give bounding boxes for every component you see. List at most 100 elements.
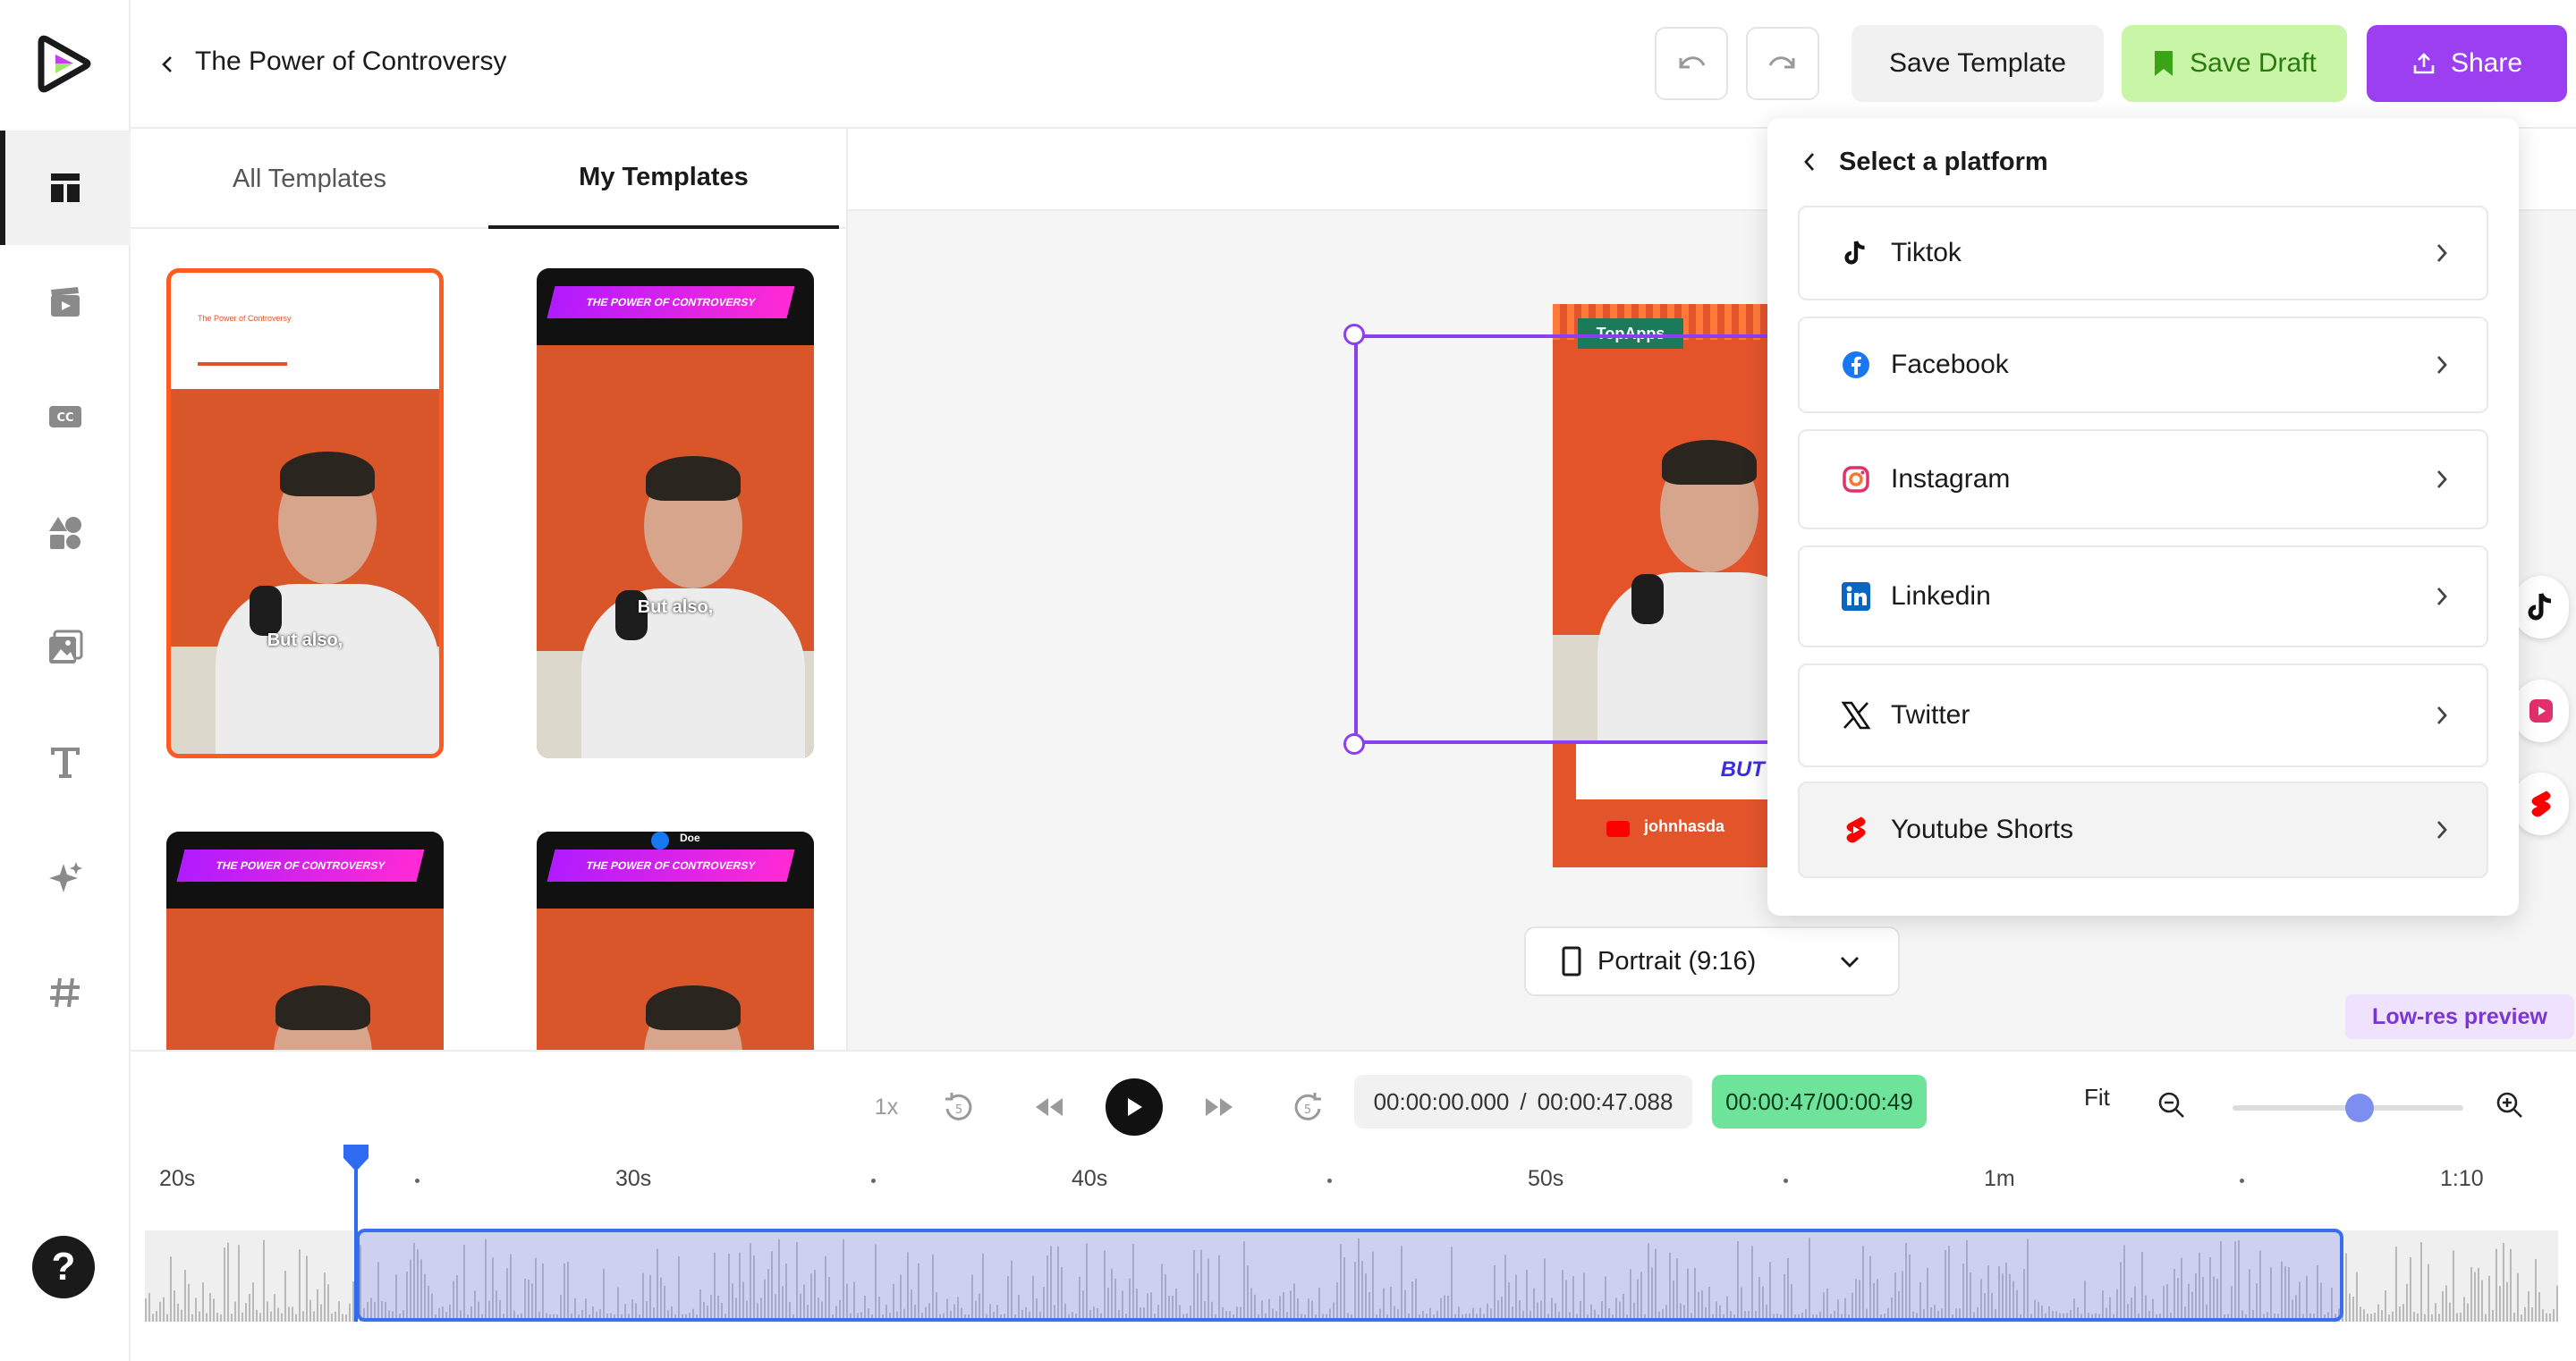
platform-item-twitter[interactable]: Twitter	[1798, 664, 2488, 767]
project-title[interactable]: The Power of Controversy	[195, 46, 506, 77]
waveform-bar	[2553, 1309, 2555, 1322]
template-card[interactable]: THE POWER OF CONTROVERSY But also,	[537, 268, 814, 758]
waveform-bar	[202, 1282, 204, 1322]
skip-forward-button[interactable]	[1197, 1084, 1243, 1130]
platform-item-tiktok[interactable]: Tiktok	[1798, 206, 2488, 300]
tiktok-bubble[interactable]	[2513, 576, 2569, 638]
zoom-out-icon	[2158, 1092, 2184, 1118]
sidebar-item-text[interactable]	[0, 705, 131, 819]
template-card[interactable]: THE POWER OF CONTROVERSY	[166, 832, 444, 1050]
playhead-handle[interactable]	[343, 1145, 369, 1171]
current-time: 00:00:00.000	[1373, 1087, 1510, 1115]
left-sidebar: CC ?	[0, 0, 131, 1361]
save-draft-button[interactable]: Save Draft	[2122, 25, 2347, 102]
skip-back-button[interactable]	[1025, 1084, 1072, 1130]
bookmark-icon	[2155, 51, 2174, 76]
waveform-bar	[277, 1307, 279, 1322]
instagram-reels-bubble[interactable]	[2513, 680, 2569, 742]
sidebar-item-templates[interactable]	[0, 131, 131, 245]
save-template-button[interactable]: Save Template	[1852, 25, 2104, 102]
playhead[interactable]	[354, 1146, 358, 1322]
aspect-ratio-select[interactable]: Portrait (9:16)	[1524, 926, 1900, 996]
sidebar-item-captions[interactable]: CC	[0, 359, 131, 474]
waveform-bar	[252, 1282, 254, 1322]
templates-tabs: All Templates My Templates	[131, 129, 846, 229]
sidebar-item-images[interactable]	[0, 590, 131, 705]
youtube-shorts-bubble[interactable]	[2513, 773, 2569, 835]
zoom-in-button[interactable]	[2496, 1091, 2524, 1124]
waveform-bar	[295, 1314, 297, 1322]
waveform-bar	[331, 1313, 333, 1322]
sidebar-item-hashtags[interactable]	[0, 935, 131, 1050]
back-button[interactable]	[150, 46, 186, 82]
waveform-bar	[267, 1301, 268, 1322]
upload-share-icon	[2413, 53, 2435, 74]
waveform-bar	[2517, 1272, 2519, 1322]
forward-5s-button[interactable]: 5	[1284, 1084, 1331, 1130]
resize-handle[interactable]	[1343, 733, 1365, 755]
template-card-title: THE POWER OF CONTROVERSY	[547, 286, 795, 318]
share-button[interactable]: Share	[2367, 25, 2567, 102]
template-header-banner: THE POWER OF CONTROVERSY	[537, 268, 814, 345]
zoom-slider-knob[interactable]	[2344, 1094, 2374, 1122]
waveform-bar	[148, 1292, 150, 1322]
fit-button[interactable]: Fit	[2084, 1084, 2110, 1112]
waveform-bar	[288, 1306, 290, 1322]
hashtag-icon	[50, 977, 80, 1008]
sidebar-item-ai[interactable]	[0, 821, 131, 935]
svg-text:5: 5	[1304, 1103, 1311, 1117]
rewind-5s-button[interactable]: 5	[936, 1084, 982, 1130]
zoom-out-button[interactable]	[2157, 1091, 2186, 1124]
help-button[interactable]: ?	[32, 1236, 95, 1298]
waveform-bar	[2531, 1306, 2533, 1322]
ruler-tick	[415, 1179, 419, 1183]
sidebar-item-media[interactable]	[0, 245, 131, 359]
template-card[interactable]: The Power of Controversy But also,	[166, 268, 444, 758]
waveform-bar	[342, 1314, 343, 1322]
resize-handle[interactable]	[1343, 324, 1365, 345]
undo-icon	[1679, 56, 1706, 69]
waveform-bar	[2499, 1286, 2501, 1322]
rewind-5-icon: 5	[945, 1093, 972, 1120]
tab-all-templates[interactable]: All Templates	[131, 129, 488, 229]
fast-rewind-icon	[1036, 1098, 1063, 1116]
platform-item-linkedin[interactable]: Linkedin	[1798, 545, 2488, 647]
svg-text:5: 5	[955, 1103, 962, 1117]
app-logo-icon[interactable]	[34, 32, 95, 95]
undo-button[interactable]	[1655, 27, 1728, 100]
waveform-bar	[2478, 1267, 2479, 1322]
waveform-bar	[327, 1284, 329, 1322]
tiktok-icon	[1844, 241, 1865, 265]
playback-speed-button[interactable]: 1x	[864, 1084, 909, 1130]
waveform-bar	[2510, 1248, 2512, 1322]
waveform-bar	[2370, 1314, 2372, 1322]
waveform-bar	[156, 1311, 157, 1322]
forward-5-icon: 5	[1294, 1093, 1321, 1120]
platform-dropdown-header[interactable]: Select a platform	[1800, 139, 2048, 184]
template-card[interactable]: Doe THE POWER OF CONTROVERSY	[537, 832, 814, 1050]
redo-button[interactable]	[1746, 27, 1819, 100]
waveform-bar	[349, 1303, 351, 1322]
platform-item-facebook[interactable]: Facebook	[1798, 317, 2488, 413]
waveform-bar	[2431, 1314, 2433, 1322]
ruler-tick	[1784, 1179, 1788, 1183]
waveform-bar	[2521, 1314, 2522, 1322]
clip-selection[interactable]	[356, 1229, 2343, 1322]
svg-text:CC: CC	[56, 411, 73, 425]
platform-label: Facebook	[1891, 350, 2009, 379]
platform-item-youtube-shorts[interactable]: Youtube Shorts	[1798, 782, 2488, 878]
platform-item-instagram[interactable]: Instagram	[1798, 429, 2488, 529]
waveform-bar	[2449, 1302, 2451, 1322]
save-template-label: Save Template	[1889, 48, 2066, 78]
tab-my-templates[interactable]: My Templates	[488, 129, 839, 229]
waveform-bar	[2413, 1312, 2415, 1322]
redo-icon	[1768, 56, 1795, 69]
elements-shapes-icon	[49, 517, 81, 549]
waveform-bar	[2402, 1304, 2404, 1322]
waveform-bar	[242, 1312, 243, 1322]
top-bar: The Power of Controversy Save Template S…	[131, 0, 2576, 129]
waveform-bar	[259, 1313, 261, 1322]
play-button[interactable]	[1106, 1078, 1163, 1136]
waveform-bar	[2549, 1313, 2551, 1322]
sidebar-item-elements[interactable]	[0, 476, 131, 590]
